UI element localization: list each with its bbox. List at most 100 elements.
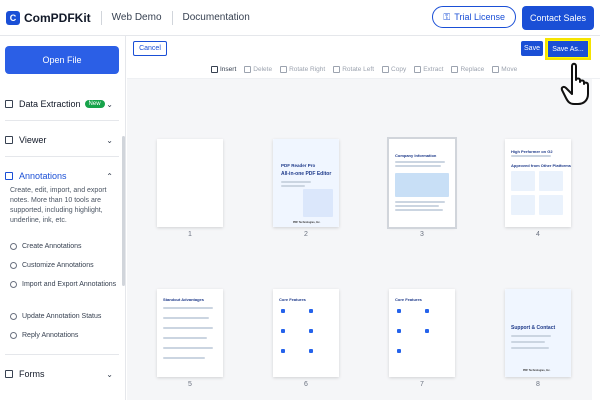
feature-icon — [281, 329, 285, 333]
text-line — [163, 307, 213, 309]
app-root: C ComPDFKit Web Demo Documentation ⚿ Tri… — [0, 0, 600, 400]
feature-icon — [425, 309, 429, 313]
sidebar-scrollbar[interactable] — [122, 136, 125, 286]
insert-icon — [211, 66, 218, 73]
tool-replace[interactable]: Replace — [451, 66, 484, 73]
logo[interactable]: C ComPDFKit — [6, 0, 91, 36]
contact-sales-button[interactable]: Contact Sales — [521, 6, 594, 30]
import-export-icon — [10, 281, 17, 288]
page-title: Company Information — [395, 153, 437, 158]
text-line — [511, 347, 549, 349]
cancel-button[interactable]: Cancel — [133, 41, 167, 56]
tool-copy[interactable]: Copy — [382, 66, 406, 73]
text-line — [395, 205, 439, 207]
sidebar-divider — [5, 156, 119, 157]
text-line — [395, 209, 443, 211]
tool-label: Extract — [423, 66, 444, 73]
text-line — [281, 181, 311, 183]
save-button[interactable]: Save — [521, 41, 543, 56]
text-line — [163, 347, 213, 349]
page-title: High Performer on G2 — [511, 149, 553, 154]
tool-insert[interactable]: Insert — [211, 66, 236, 73]
tool-move[interactable]: Move — [492, 66, 517, 73]
data-extraction-icon — [5, 100, 13, 108]
reply-annotation-icon — [10, 332, 17, 339]
page-number: 6 — [304, 381, 308, 388]
create-annotation-icon — [10, 243, 17, 250]
sidebar-section-forms[interactable]: Forms ⌄ — [5, 362, 119, 386]
page-footer: PDF Technologies, Inc. — [523, 369, 551, 372]
nav-documentation[interactable]: Documentation — [171, 10, 260, 25]
badge-card — [511, 171, 535, 191]
text-line — [395, 161, 445, 163]
sidebar-item-reply-annotations[interactable]: Reply Annotations — [10, 331, 120, 341]
chevron-down-icon: ⌄ — [106, 369, 113, 379]
sidebar-item-label: Customize Annotations — [22, 262, 94, 269]
tool-delete[interactable]: Delete — [244, 66, 272, 73]
text-line — [163, 317, 209, 319]
feature-icon — [309, 309, 313, 313]
feature-icon — [425, 329, 429, 333]
rotate-left-icon — [333, 66, 341, 73]
page-thumbnail-7[interactable]: Core Features — [389, 289, 455, 377]
feature-icon — [281, 309, 285, 313]
tool-rotate-left[interactable]: Rotate Left — [333, 66, 374, 73]
text-line — [511, 335, 551, 337]
page-thumbnail-8[interactable]: Support & Contact PDF Technologies, Inc. — [505, 289, 571, 377]
tool-extract[interactable]: Extract — [414, 66, 443, 73]
page-tools-toolbar: Insert Delete Rotate Right Rotate Left C… — [211, 66, 517, 73]
feature-icon — [397, 349, 401, 353]
sidebar-item-update-annotation-status[interactable]: Update Annotation Status — [10, 312, 120, 322]
page-footer: PDF Technologies, Inc. — [293, 221, 321, 224]
page-number: 4 — [536, 231, 540, 238]
badge-card — [539, 195, 563, 215]
tool-rotate-right[interactable]: Rotate Right — [280, 66, 325, 73]
open-file-button[interactable]: Open File — [5, 46, 119, 74]
page-thumbnail-5[interactable]: Standout Advantages — [157, 289, 223, 377]
page-thumbnail-4[interactable]: High Performer on G2 Approved from Other… — [505, 139, 571, 227]
sidebar-divider — [5, 120, 119, 121]
chevron-down-icon: ⌄ — [106, 135, 113, 145]
sidebar-item-label: Update Annotation Status — [22, 313, 102, 320]
badge-card — [511, 195, 535, 215]
save-as-button[interactable]: Save As... — [548, 41, 588, 57]
sidebar-item-create-annotations[interactable]: Create Annotations — [10, 242, 120, 252]
trial-license-button[interactable]: ⚿ Trial License — [432, 6, 516, 28]
page-thumbnail-3[interactable]: Company Information — [387, 137, 457, 229]
page-thumbnail-6[interactable]: Core Features — [273, 289, 339, 377]
tool-label: Copy — [391, 66, 407, 73]
tool-label: Rotate Right — [289, 66, 326, 73]
data-extraction-label: Data Extraction — [19, 99, 81, 109]
page-thumbnail-1[interactable] — [157, 139, 223, 227]
top-navbar: C ComPDFKit Web Demo Documentation ⚿ Tri… — [0, 0, 600, 36]
new-badge: New — [84, 100, 105, 108]
customize-annotation-icon — [10, 262, 17, 269]
text-line — [511, 155, 551, 157]
topbar-actions: ⚿ Trial License Contact Sales — [432, 6, 594, 30]
page-bg — [505, 289, 571, 377]
sidebar-item-import-export-annotations[interactable]: Import and Export Annotations — [10, 280, 120, 290]
text-line — [281, 185, 305, 187]
text-line — [163, 337, 207, 339]
sidebar-item-customize-annotations[interactable]: Customize Annotations — [10, 261, 120, 271]
main-panel: Cancel Save Save As... Insert Delete Rot… — [127, 36, 600, 400]
sidebar-section-annotations[interactable]: Annotations ⌃ — [5, 164, 119, 188]
sidebar-section-data-extraction[interactable]: Data Extraction New ⌄ — [5, 92, 119, 116]
nav-web-demo[interactable]: Web Demo — [100, 10, 172, 25]
forms-label: Forms — [19, 369, 45, 379]
page-title: Core Features — [279, 297, 306, 302]
text-line — [163, 327, 213, 329]
text-line — [511, 341, 545, 343]
page-number: 2 — [304, 231, 308, 238]
page-number: 3 — [420, 231, 424, 238]
sidebar-section-viewer[interactable]: Viewer ⌄ — [5, 128, 119, 152]
replace-icon — [451, 66, 459, 73]
logo-text: ComPDFKit — [24, 10, 91, 25]
update-status-icon — [10, 313, 17, 320]
feature-icon — [397, 329, 401, 333]
page-number: 8 — [536, 381, 540, 388]
chevron-down-icon: ⌄ — [106, 99, 113, 109]
page-thumbnail-2[interactable]: PDF Reader Pro All-in-one PDF Editor PDF… — [273, 139, 339, 227]
key-icon: ⚿ — [443, 11, 451, 22]
page-subtitle: Approved from Other Platforms — [511, 163, 571, 168]
